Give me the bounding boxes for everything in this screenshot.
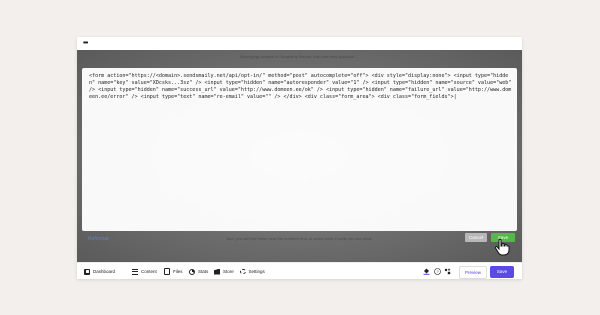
nav-files-label: Files (173, 269, 183, 274)
top-bar: ••• (77, 37, 522, 50)
nav-dashboard[interactable]: Dashboard (84, 267, 115, 276)
stats-icon (189, 268, 195, 275)
background-text-top: Belongings located in Dougherty Mauna, K… (240, 54, 359, 59)
content-icon (132, 268, 138, 275)
hand-pointer-icon (494, 238, 510, 256)
background-text-bottom-1: And, you will find these near the northe… (226, 236, 373, 241)
reformat-link[interactable]: Reformat (88, 236, 109, 242)
paint-bucket-icon[interactable] (423, 268, 430, 275)
app-window: ••• Belongings located in Dougherty Maun… (77, 37, 522, 279)
nav-stats-label: Stats (198, 269, 209, 274)
settings-icon (240, 268, 246, 275)
background-text-bottom-2: ... (297, 250, 302, 255)
add-element-icon[interactable] (444, 268, 451, 275)
nav-store[interactable]: Store (214, 267, 234, 276)
nav-files[interactable]: Files (164, 267, 183, 276)
code-textarea[interactable]: <form action="https://<domain>.sendsmail… (82, 68, 517, 208)
nav-settings[interactable]: Settings (240, 267, 265, 276)
nav-content-label: Content (141, 269, 157, 274)
dashboard-icon (84, 268, 90, 275)
nav-dashboard-label: Dashboard (93, 269, 116, 274)
nav-store-label: Store (223, 269, 234, 274)
page-canvas: Belongings located in Dougherty Mauna, K… (77, 50, 522, 262)
cancel-button[interactable]: Cancel (465, 233, 487, 242)
store-icon (214, 268, 220, 275)
bottom-toolbar: Dashboard Content Files Stats Store Sett… (77, 262, 522, 279)
code-editor-modal: <form action="https://<domain>.sendsmail… (82, 68, 517, 256)
preview-button[interactable]: Preview (459, 266, 487, 279)
nav-content[interactable]: Content (132, 267, 157, 276)
files-icon (164, 268, 170, 275)
nav-stats[interactable]: Stats (189, 267, 208, 276)
save-button[interactable]: Save (490, 266, 514, 278)
nav-settings-label: Settings (248, 269, 265, 274)
more-dots-icon[interactable]: ••• (83, 40, 88, 47)
code-text[interactable]: <form action="https://<domain>.sendsmail… (89, 73, 512, 193)
help-icon[interactable]: ? (434, 268, 441, 275)
